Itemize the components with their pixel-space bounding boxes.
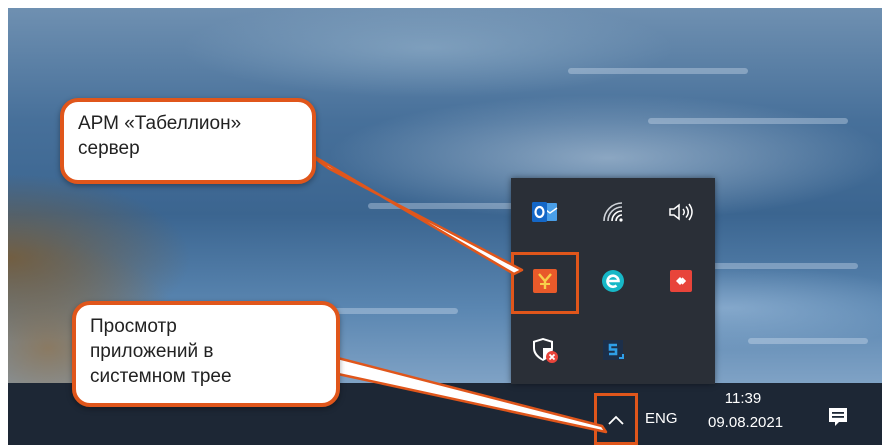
server-callout-pointer [306, 151, 524, 276]
callout-server-line2: сервер [78, 138, 140, 159]
callout-tray-line2: приложений в [90, 341, 214, 362]
callout-server-line1: АРМ «Табеллион» [78, 113, 242, 134]
tray-callout-pointer [328, 354, 608, 434]
callout-tray-line1: Просмотр [90, 316, 177, 337]
screenshot-frame: ENG 11:39 09.08.2021 АРМ «Табеллион» сер… [8, 8, 882, 445]
callout-tray-view: Просмотр приложений в системном трее [72, 301, 340, 407]
callout-tray-line3: системном трее [90, 366, 232, 387]
callout-tabellion-server: АРМ «Табеллион» сервер [60, 98, 316, 184]
